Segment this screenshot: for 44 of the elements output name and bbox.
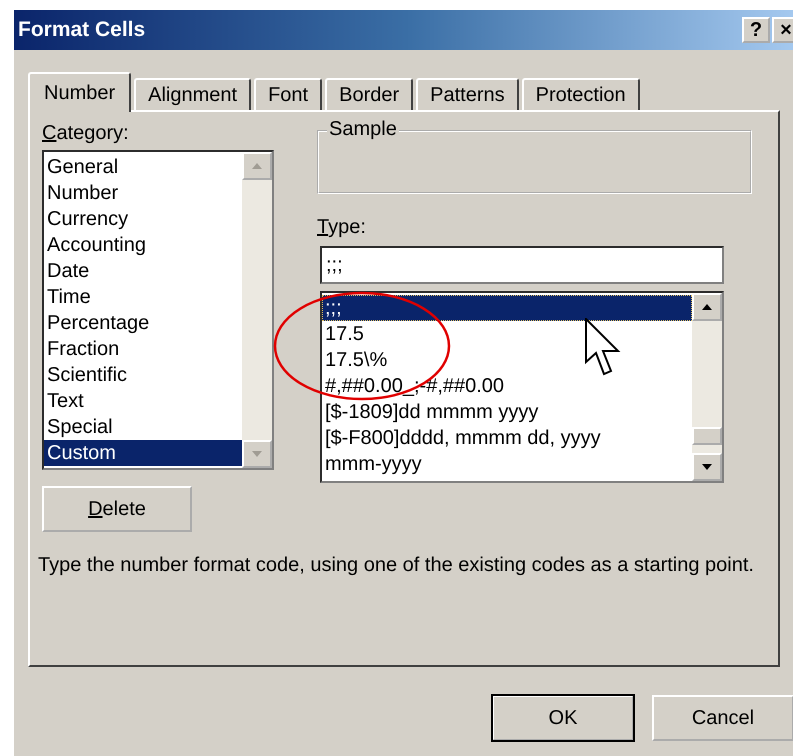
close-button[interactable]: × bbox=[772, 17, 793, 43]
scroll-up-button[interactable] bbox=[692, 293, 722, 321]
list-item[interactable]: [$-1809]dd mmmm yyyy bbox=[322, 399, 692, 425]
list-item[interactable]: Special bbox=[44, 414, 242, 440]
list-item[interactable]: Date bbox=[44, 258, 242, 284]
list-item[interactable]: mmm-yyyy bbox=[322, 451, 692, 477]
list-item[interactable]: Accounting bbox=[44, 232, 242, 258]
tab[interactable]: Border bbox=[325, 78, 414, 110]
list-item[interactable]: Text bbox=[44, 388, 242, 414]
tab[interactable]: Patterns bbox=[416, 78, 519, 110]
ok-button[interactable]: OK bbox=[492, 695, 634, 741]
type-label: Type: bbox=[317, 215, 367, 240]
delete-button[interactable]: Delete bbox=[42, 486, 192, 532]
scrollbar[interactable] bbox=[692, 293, 722, 481]
window-title: Format Cells bbox=[18, 18, 146, 42]
list-item[interactable]: 17.5\% bbox=[322, 347, 692, 373]
sample-label: Sample bbox=[327, 118, 399, 141]
scrollbar-thumb[interactable] bbox=[692, 427, 722, 445]
cancel-button[interactable]: Cancel bbox=[652, 695, 793, 741]
tab[interactable]: Protection bbox=[522, 78, 640, 110]
type-field[interactable]: ;;; bbox=[320, 246, 724, 284]
down-arrow-icon bbox=[702, 464, 712, 470]
list-item[interactable]: General bbox=[44, 154, 242, 180]
list-item[interactable]: Number bbox=[44, 180, 242, 206]
list-item[interactable]: [$-F800]dddd, mmmm dd, yyyy bbox=[322, 425, 692, 451]
tab[interactable]: Number bbox=[28, 72, 132, 112]
list-item[interactable]: Time bbox=[44, 284, 242, 310]
list-item[interactable]: ;;; bbox=[322, 295, 692, 321]
help-button[interactable]: ? bbox=[742, 17, 770, 43]
list-item[interactable]: Percentage bbox=[44, 310, 242, 336]
tab[interactable]: Alignment bbox=[134, 78, 252, 110]
down-arrow-icon bbox=[252, 451, 262, 457]
category-label: Category: bbox=[42, 121, 130, 146]
description-text: Type the number format code, using one of the existing codes as a starting point. bbox=[38, 553, 755, 578]
tab[interactable]: Font bbox=[254, 78, 322, 110]
up-arrow-icon bbox=[702, 304, 712, 310]
up-arrow-icon bbox=[252, 163, 262, 169]
list-item[interactable]: Fraction bbox=[44, 336, 242, 362]
list-item[interactable]: Custom bbox=[44, 440, 242, 466]
list-item[interactable]: Currency bbox=[44, 206, 242, 232]
scroll-down-button[interactable] bbox=[692, 453, 722, 481]
category-list[interactable]: General Number Currency Accounting Date Time Percentage Fraction Scientific Text Special Custom bbox=[42, 150, 274, 470]
list-item[interactable]: Scientific bbox=[44, 362, 242, 388]
list-item[interactable]: 17.5 bbox=[322, 321, 692, 347]
